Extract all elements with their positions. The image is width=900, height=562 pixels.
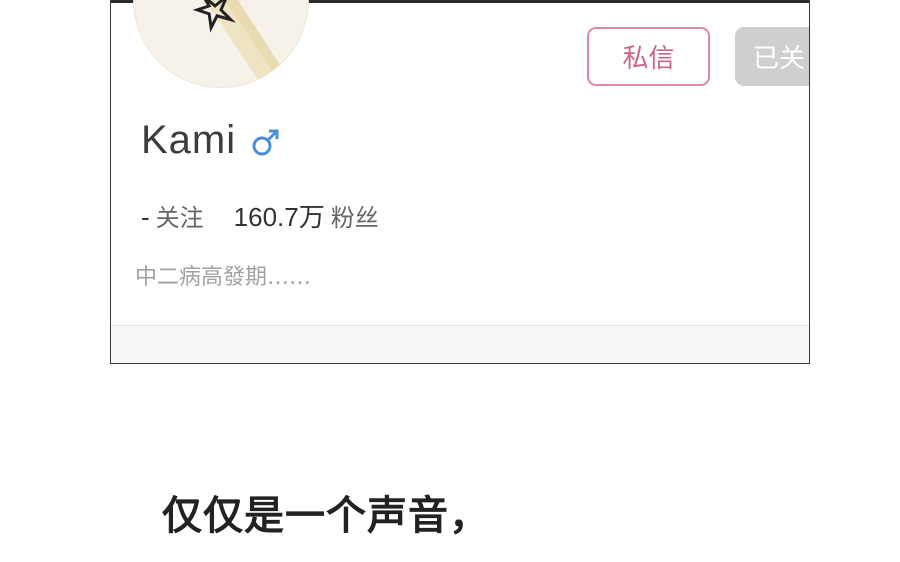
username-row: Kami xyxy=(141,118,282,163)
caption-text: 仅仅是一个声音， xyxy=(162,493,490,539)
bio-text: 中二病高發期…… xyxy=(135,265,312,290)
followed-button[interactable]: 已关 xyxy=(735,27,809,86)
footer-band xyxy=(111,326,809,363)
comic-panel: 私信 已关 Kami - 关注 160.7万 粉丝 中二病高發期…… 仅仅是一个… xyxy=(0,0,900,562)
male-symbol-icon xyxy=(252,129,279,155)
following-label[interactable]: 关注 xyxy=(156,198,204,233)
avatar[interactable] xyxy=(133,0,309,88)
following-count[interactable]: - xyxy=(141,202,150,233)
followers-count[interactable]: 160.7万 xyxy=(234,197,325,234)
avatar-image xyxy=(134,0,308,87)
follow-stats: - 关注 160.7万 粉丝 xyxy=(141,197,379,234)
profile-screenshot: 私信 已关 Kami - 关注 160.7万 粉丝 中二病高發期…… xyxy=(110,0,810,364)
username: Kami xyxy=(141,118,237,162)
followers-label[interactable]: 粉丝 xyxy=(331,198,379,233)
message-button[interactable]: 私信 xyxy=(587,27,710,86)
